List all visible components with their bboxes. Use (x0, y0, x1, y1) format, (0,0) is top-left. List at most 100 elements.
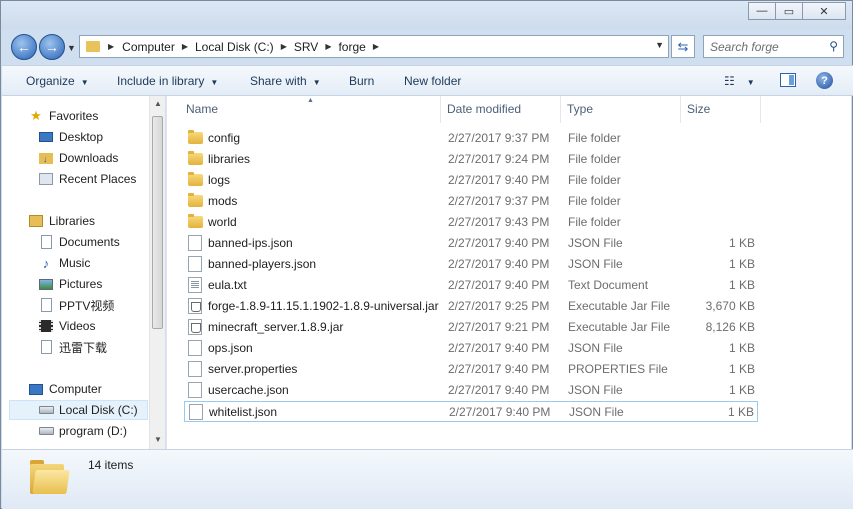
scroll-up-icon[interactable]: ▲ (154, 99, 162, 108)
chevron-right-icon[interactable]: ▶ (373, 42, 379, 51)
breadcrumb-item[interactable]: Computer (122, 40, 175, 54)
folder-icon (30, 458, 70, 494)
file-date: 2/27/2017 9:40 PM (448, 341, 550, 355)
back-button[interactable]: ← (11, 34, 37, 60)
nav-item-pictures[interactable]: Pictures (38, 274, 102, 294)
nav-computer[interactable]: Computer (28, 379, 102, 399)
nav-item-xunlei[interactable]: 迅雷下载 (38, 337, 107, 357)
address-bar[interactable]: ▶ Computer ▶ Local Disk (C:) ▶ SRV ▶ forge ▶ ▼ (79, 35, 669, 58)
search-icon[interactable]: ⚲ (829, 39, 838, 53)
file-type: File folder (568, 194, 621, 208)
chevron-right-icon[interactable]: ▶ (325, 42, 331, 51)
file-row[interactable]: usercache.json 2/27/2017 9:40 PM JSON File… (184, 380, 758, 401)
chevron-right-icon[interactable]: ▶ (281, 42, 287, 51)
file-date: 2/27/2017 9:40 PM (448, 383, 550, 397)
sort-ascending-icon: ▲ (307, 97, 314, 104)
file-row[interactable]: world 2/27/2017 9:43 PM File folder (184, 212, 758, 233)
file-icon (188, 340, 202, 356)
breadcrumb-item[interactable]: SRV (294, 40, 318, 54)
drive-icon (38, 423, 54, 439)
file-row[interactable]: eula.txt 2/27/2017 9:40 PM Text Document 1 … (184, 275, 758, 296)
organize-menu[interactable]: Organize ▼ (26, 74, 89, 88)
chevron-right-icon[interactable]: ▶ (182, 42, 188, 51)
column-header-type[interactable]: Type (561, 96, 681, 123)
navigation-pane: ★ Favorites Desktop ↓ Downloads Recent Pla… (2, 96, 165, 449)
file-row[interactable]: banned-ips.json 2/27/2017 9:40 PM JSON Fil… (184, 233, 758, 254)
chevron-down-icon: ▼ (210, 78, 219, 87)
file-type: PROPERTIES File (568, 362, 668, 376)
music-icon: ♪ (42, 255, 50, 271)
forward-button[interactable]: → (39, 34, 65, 60)
column-header-size[interactable]: Size (681, 96, 761, 123)
column-header-date[interactable]: Date modified (441, 96, 561, 123)
file-type: JSON File (568, 236, 623, 250)
recent-places-icon (38, 171, 54, 187)
minimize-button[interactable]: — (748, 2, 776, 20)
file-icon (188, 235, 202, 251)
file-type: Executable Jar File (568, 320, 671, 334)
refresh-button[interactable]: ⇆ (671, 35, 695, 58)
burn-button[interactable]: Burn (349, 74, 374, 88)
file-name: mods (208, 194, 238, 208)
file-row[interactable]: server.properties 2/27/2017 9:40 PM PROPER… (184, 359, 758, 380)
breadcrumb-item[interactable]: Local Disk (C:) (195, 40, 274, 54)
file-row[interactable]: banned-players.json 2/27/2017 9:40 PM JSON… (184, 254, 758, 275)
file-row[interactable]: forge-1.8.9-11.15.1.1902-1.8.9-universal… (184, 296, 758, 317)
file-row[interactable]: mods 2/27/2017 9:37 PM File folder (184, 191, 758, 212)
address-history-dropdown-icon[interactable]: ▼ (655, 40, 664, 50)
nav-item-downloads[interactable]: ↓ Downloads (38, 148, 118, 168)
nav-item-label: Recent Places (59, 172, 137, 186)
nav-item-recent-places[interactable]: Recent Places (38, 169, 136, 189)
share-with-menu[interactable]: Share with ▼ (250, 74, 321, 88)
nav-favorites[interactable]: ★ Favorites (28, 106, 98, 126)
file-row[interactable]: whitelist.json 2/27/2017 9:40 PM JSON File… (184, 401, 758, 422)
nav-item-videos[interactable]: Videos (38, 316, 95, 336)
file-row[interactable]: logs 2/27/2017 9:40 PM File folder (184, 170, 758, 191)
file-type: JSON File (569, 405, 624, 419)
nav-scrollbar[interactable]: ▲ ▼ (149, 96, 165, 449)
file-date: 2/27/2017 9:24 PM (448, 152, 550, 166)
close-button[interactable]: ✕ (802, 2, 846, 20)
nav-item-documents[interactable]: Documents (38, 232, 120, 252)
breadcrumb-item[interactable]: forge (338, 40, 365, 54)
file-size: 1 KB (728, 383, 755, 397)
file-row[interactable]: config 2/27/2017 9:37 PM File folder (184, 128, 758, 149)
file-date: 2/27/2017 9:40 PM (448, 362, 550, 376)
preview-pane-toggle[interactable] (780, 73, 796, 87)
nav-item-program-d[interactable]: program (D:) (38, 421, 127, 441)
scroll-thumb[interactable] (152, 116, 163, 329)
file-icon (189, 404, 203, 420)
file-row[interactable]: ops.json 2/27/2017 9:40 PM JSON File 1 KB (184, 338, 758, 359)
nav-item-local-disk-c[interactable]: Local Disk (C:) (38, 400, 138, 420)
change-view-button[interactable]: ☷ ▼ (724, 74, 755, 88)
nav-item-pptv[interactable]: PPTV视频 (38, 295, 114, 315)
command-bar: Organize ▼ Include in library ▼ Share with… (2, 65, 853, 96)
include-in-library-menu[interactable]: Include in library ▼ (117, 74, 218, 88)
new-folder-button[interactable]: New folder (404, 74, 461, 88)
nav-item-desktop[interactable]: Desktop (38, 127, 103, 147)
file-date: 2/27/2017 9:25 PM (448, 299, 550, 313)
search-input[interactable] (704, 36, 819, 57)
nav-libraries[interactable]: Libraries (28, 211, 95, 231)
file-date: 2/27/2017 9:40 PM (448, 236, 550, 250)
file-icon (188, 361, 202, 377)
drive-icon (38, 402, 54, 418)
explorer-window: — ▭ ✕ ← → ▼ ▶ Computer ▶ Local Disk (C:) ▶ S… (0, 0, 853, 509)
chevron-down-icon: ▼ (746, 78, 755, 87)
file-type: File folder (568, 173, 621, 187)
video-library-icon (38, 297, 54, 313)
file-row[interactable]: libraries 2/27/2017 9:24 PM File folder (184, 149, 758, 170)
folder-icon (188, 172, 203, 186)
recent-pages-dropdown-icon[interactable]: ▼ (67, 43, 76, 53)
folder-icon (86, 41, 100, 52)
help-button[interactable]: ? (816, 72, 833, 89)
nav-libraries-label: Libraries (49, 214, 96, 228)
pictures-icon (38, 276, 54, 292)
file-size: 1 KB (728, 257, 755, 271)
nav-item-music[interactable]: ♪ Music (38, 253, 91, 273)
search-box[interactable]: ⚲ (703, 35, 844, 58)
maximize-button[interactable]: ▭ (775, 2, 803, 20)
file-row[interactable]: minecraft_server.1.8.9.jar 2/27/2017 9:21… (184, 317, 758, 338)
scroll-down-icon[interactable]: ▼ (154, 435, 162, 444)
file-name: config (208, 131, 241, 145)
